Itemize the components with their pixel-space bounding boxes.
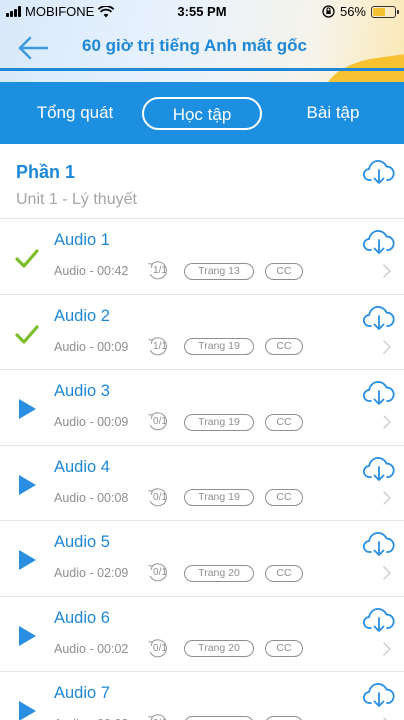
replay-counter: 0/1 bbox=[146, 714, 174, 720]
cc-badge[interactable]: CC bbox=[265, 640, 303, 657]
page-badge[interactable]: Trang 19 bbox=[184, 338, 254, 355]
chevron-right-icon bbox=[383, 339, 391, 354]
replay-counter: 1/1 bbox=[146, 336, 174, 357]
audio-meta: Audio - 00:02 0/1 Trang 20 CC bbox=[54, 638, 303, 659]
play-icon[interactable] bbox=[14, 623, 40, 649]
cc-badge[interactable]: CC bbox=[265, 262, 303, 280]
nav-bar: 60 giờ trị tiếng Anh mất gốc bbox=[0, 30, 404, 66]
audio-title: Audio 5 bbox=[54, 533, 110, 551]
audio-row[interactable]: Audio 1 Audio - 00:42 1/1 Trang 13 CC bbox=[0, 219, 404, 295]
cloud-download-icon[interactable] bbox=[362, 229, 396, 255]
audio-title: Audio 3 bbox=[54, 382, 110, 400]
page-badge[interactable]: Trang 20 bbox=[184, 564, 254, 582]
chevron-right-icon bbox=[383, 566, 391, 580]
orientation-lock-icon bbox=[322, 5, 335, 18]
app-header: MOBIFONE 3:55 PM 56% 60 giờ trị tiếng An… bbox=[0, 0, 404, 82]
audio-title: Audio 1 bbox=[54, 231, 110, 249]
cloud-download-icon[interactable] bbox=[362, 159, 396, 185]
chevron-right-icon bbox=[383, 641, 391, 656]
section-title: Phần 1 bbox=[16, 162, 76, 182]
chevron-right-icon bbox=[383, 264, 391, 278]
audio-row[interactable]: Audio 5 Audio - 02:09 0/1 Trang 20 CC bbox=[0, 521, 404, 597]
audio-list: Audio 1 Audio - 00:42 1/1 Trang 13 CC Audio 2… bbox=[0, 219, 404, 720]
battery-level bbox=[373, 7, 385, 16]
replay-count: 1/1 bbox=[153, 265, 167, 276]
back-arrow-icon[interactable] bbox=[16, 34, 50, 62]
chevron-right-icon bbox=[383, 415, 391, 429]
audio-meta: Audio - 00:09 1/1 Trang 19 CC bbox=[54, 336, 303, 357]
section-header: Phần 1 Unit 1 - Lý thuyết bbox=[0, 144, 404, 219]
header-divider bbox=[0, 68, 404, 71]
status-bar: MOBIFONE 3:55 PM 56% bbox=[0, 0, 404, 24]
replay-count: 0/1 bbox=[153, 567, 167, 578]
battery-icon bbox=[371, 5, 399, 18]
play-icon[interactable] bbox=[14, 547, 40, 573]
tab-study[interactable]: Học tập bbox=[142, 97, 262, 130]
cloud-download-icon[interactable] bbox=[362, 531, 396, 557]
page-badge[interactable]: Trang 19 bbox=[184, 489, 254, 506]
audio-duration: Audio - 00:09 bbox=[54, 415, 129, 429]
audio-duration: Audio - 00:02 bbox=[54, 641, 129, 656]
audio-meta: Audio - 00:42 1/1 Trang 13 CC bbox=[54, 261, 303, 281]
cloud-download-icon[interactable] bbox=[362, 607, 396, 633]
cc-badge[interactable]: CC bbox=[265, 413, 303, 431]
audio-meta: Audio - 00:020/1Trang 20CC bbox=[54, 714, 303, 720]
audio-duration: Audio - 00:08 bbox=[54, 490, 129, 505]
audio-row[interactable]: Audio 3 Audio - 00:09 0/1 Trang 19 CC bbox=[0, 370, 404, 446]
replay-count: 0/1 bbox=[153, 416, 167, 427]
replay-counter: 0/1 bbox=[146, 412, 174, 432]
page-badge[interactable]: Trang 13 bbox=[184, 262, 254, 280]
cc-badge[interactable]: CC bbox=[265, 564, 303, 582]
play-icon[interactable] bbox=[14, 698, 40, 720]
cloud-download-icon[interactable] bbox=[362, 456, 396, 482]
audio-duration: Audio - 00:42 bbox=[54, 264, 129, 278]
audio-title: Audio 2 bbox=[54, 306, 110, 325]
audio-title: Audio 6 bbox=[54, 608, 110, 627]
checkmark-icon bbox=[15, 249, 39, 268]
cc-badge[interactable]: CC bbox=[265, 715, 303, 720]
replay-count: 0/1 bbox=[153, 491, 167, 503]
cc-badge[interactable]: CC bbox=[265, 338, 303, 355]
audio-meta: Audio - 00:08 0/1 Trang 19 CC bbox=[54, 487, 303, 508]
replay-counter: 0/1 bbox=[146, 563, 174, 583]
play-icon[interactable] bbox=[14, 396, 40, 422]
audio-duration: Audio - 02:09 bbox=[54, 566, 129, 580]
cc-badge[interactable]: CC bbox=[265, 489, 303, 506]
audio-row[interactable]: Audio 6 Audio - 00:02 0/1 Trang 20 CC bbox=[0, 596, 404, 672]
tab-bar: Tổng quát Học tập Bài tập bbox=[0, 82, 404, 144]
page-badge[interactable]: Trang 19 bbox=[184, 413, 254, 431]
replay-count: 0/1 bbox=[153, 642, 167, 654]
page-title: 60 giờ trị tiếng Anh mất gốc bbox=[82, 36, 307, 55]
play-icon[interactable] bbox=[14, 472, 40, 498]
chevron-right-icon bbox=[383, 490, 391, 505]
page-badge[interactable]: Trang 20 bbox=[184, 715, 254, 720]
cloud-download-icon[interactable] bbox=[362, 682, 396, 708]
replay-counter: 0/1 bbox=[146, 487, 174, 508]
audio-meta: Audio - 00:09 0/1 Trang 19 CC bbox=[54, 412, 303, 432]
checkmark-icon bbox=[15, 324, 39, 344]
section-subtitle: Unit 1 - Lý thuyết bbox=[16, 191, 137, 208]
audio-row[interactable]: Audio 7Audio - 00:020/1Trang 20CC bbox=[0, 672, 404, 720]
replay-count: 1/1 bbox=[153, 340, 167, 352]
page-badge[interactable]: Trang 20 bbox=[184, 640, 254, 657]
tab-overview[interactable]: Tổng quát bbox=[20, 97, 130, 130]
battery-percent: 56% bbox=[339, 4, 366, 19]
replay-counter: 1/1 bbox=[146, 261, 174, 281]
cloud-download-icon[interactable] bbox=[362, 305, 396, 331]
audio-title: Audio 7 bbox=[54, 684, 110, 702]
audio-row[interactable]: Audio 4 Audio - 00:08 0/1 Trang 19 CC bbox=[0, 445, 404, 521]
audio-meta: Audio - 02:09 0/1 Trang 20 CC bbox=[54, 563, 303, 583]
audio-title: Audio 4 bbox=[54, 457, 110, 476]
replay-counter: 0/1 bbox=[146, 638, 174, 659]
tab-exercises[interactable]: Bài tập bbox=[290, 97, 376, 130]
cloud-download-icon[interactable] bbox=[362, 380, 396, 406]
audio-row[interactable]: Audio 2 Audio - 00:09 1/1 Trang 19 CC bbox=[0, 294, 404, 370]
audio-duration: Audio - 00:09 bbox=[54, 339, 129, 354]
